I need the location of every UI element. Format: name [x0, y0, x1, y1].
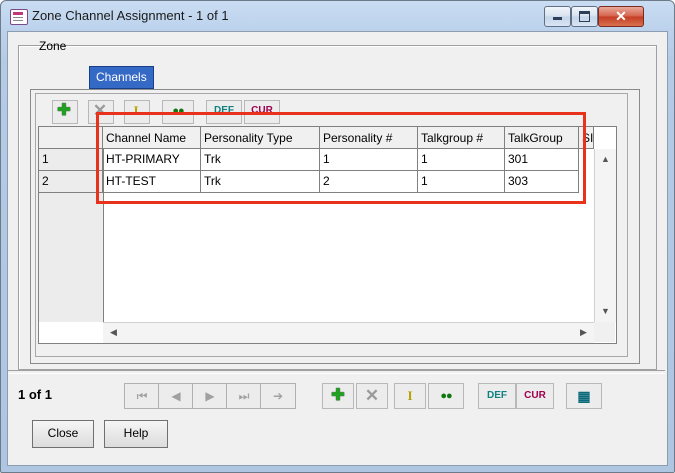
maximize-button[interactable]: [571, 6, 598, 27]
help-button[interactable]: Help: [104, 420, 168, 448]
footer-delete-button[interactable]: ✕: [356, 383, 388, 409]
footer-divider: [8, 370, 665, 374]
window-title: Zone Channel Assignment - 1 of 1: [32, 8, 229, 23]
goto-icon: ➔: [272, 389, 284, 403]
last-icon: ⏭: [238, 389, 250, 403]
tab-channels[interactable]: Channels: [89, 66, 154, 89]
scroll-right-icon[interactable]: ▶: [575, 324, 592, 341]
last-record-button[interactable]: ⏭: [226, 383, 262, 409]
add-button[interactable]: ✚: [52, 100, 78, 124]
first-record-button[interactable]: ⏮: [124, 383, 160, 409]
row-number[interactable]: 2: [39, 171, 103, 193]
insert-icon: I: [407, 388, 413, 403]
goto-record-button[interactable]: ➔: [260, 383, 296, 409]
horizontal-scrollbar[interactable]: ◀ ▶: [103, 322, 594, 343]
scrollbar-corner: [594, 322, 615, 342]
scroll-down-icon[interactable]: ▼: [597, 303, 614, 320]
minimize-button[interactable]: [544, 6, 571, 27]
vertical-scrollbar[interactable]: ▲ ▼: [594, 149, 616, 322]
default-label: DEF: [487, 390, 507, 401]
delete-icon: ✕: [364, 386, 380, 405]
minimize-icon: [553, 17, 562, 20]
prev-record-button[interactable]: ◀: [158, 383, 194, 409]
maximize-icon: [579, 11, 590, 22]
add-icon: ✚: [331, 387, 345, 404]
current-label: CUR: [524, 390, 546, 401]
next-record-button[interactable]: ▶: [192, 383, 228, 409]
scroll-up-icon[interactable]: ▲: [597, 151, 614, 168]
footer-add-button[interactable]: ✚: [322, 383, 354, 409]
page-info: 1 of 1: [18, 387, 52, 402]
prev-icon: ◀: [171, 389, 181, 403]
footer-insert-button[interactable]: I: [394, 383, 426, 409]
close-window-button[interactable]: ✕: [598, 6, 644, 27]
copy-icon: ●●: [440, 390, 452, 402]
corner-header: [39, 127, 103, 149]
close-button[interactable]: Close: [32, 420, 94, 448]
add-icon: ✚: [57, 102, 71, 119]
annotation-highlight-box: [96, 112, 586, 204]
app-icon: [10, 9, 28, 25]
grid-icon: ▦: [577, 388, 591, 404]
footer-default-button[interactable]: DEF: [478, 383, 516, 409]
scroll-left-icon[interactable]: ◀: [105, 324, 122, 341]
footer-current-button[interactable]: CUR: [516, 383, 554, 409]
tab-zone[interactable]: Zone: [33, 37, 72, 56]
row-number[interactable]: 1: [39, 149, 103, 171]
next-icon: ▶: [205, 389, 215, 403]
close-icon: ✕: [615, 8, 627, 24]
first-icon: ⏮: [136, 389, 148, 403]
footer-grid-button[interactable]: ▦: [566, 383, 602, 409]
title-bar[interactable]: Zone Channel Assignment - 1 of 1 ✕: [1, 1, 674, 31]
footer-copy-button[interactable]: ●●: [428, 383, 464, 409]
